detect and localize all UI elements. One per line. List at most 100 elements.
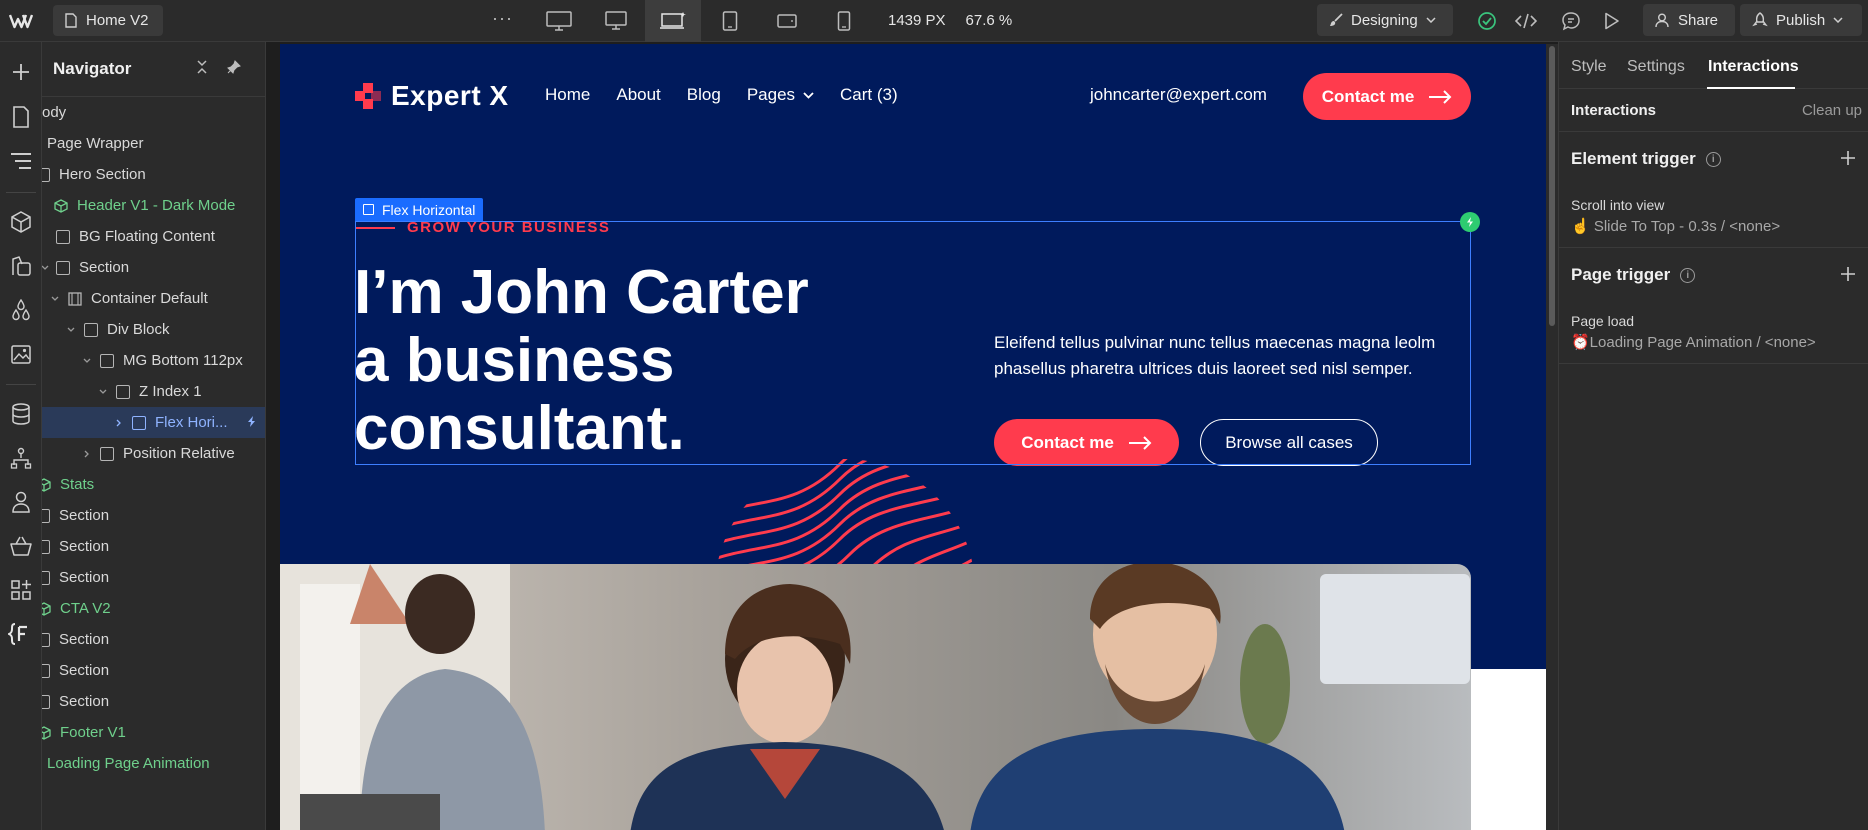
canvas-scrollbar[interactable] (1546, 44, 1558, 830)
style-selectors-drops-icon[interactable] (7, 296, 35, 324)
site-email-link[interactable]: johncarter@expert.com (1090, 85, 1267, 105)
add-element-trigger-button[interactable] (1840, 150, 1856, 166)
components-cube-icon[interactable] (7, 208, 35, 236)
tab-interactions[interactable]: Interactions (1708, 58, 1799, 76)
tree-item-section[interactable]: Section (42, 562, 265, 593)
add-elements-icon[interactable] (7, 58, 35, 86)
site-nav-about[interactable]: About (616, 85, 660, 105)
tree-item-mg-bottom[interactable]: MG Bottom 112px (42, 345, 265, 376)
users-person-icon[interactable] (7, 488, 35, 516)
site-logo[interactable]: Expert X (355, 80, 509, 112)
tree-item-section[interactable]: Section (42, 252, 265, 283)
breakpoint-desktop-button[interactable] (588, 0, 644, 42)
add-page-trigger-button[interactable] (1840, 266, 1856, 282)
tree-item-z-index[interactable]: Z Index 1 (42, 376, 265, 407)
chevron-right-icon[interactable] (80, 447, 94, 461)
tree-item-footer-symbol[interactable]: Footer V1 (42, 717, 265, 748)
chevron-down-icon[interactable] (64, 323, 78, 337)
info-icon[interactable]: i (1705, 151, 1721, 167)
desktop-icon (605, 11, 627, 30)
canvas-scrollbar-thumb[interactable] (1549, 46, 1555, 326)
pages-icon[interactable] (7, 103, 35, 131)
preview-play-icon[interactable] (1601, 10, 1623, 32)
breakpoint-mobile-portrait-button[interactable] (816, 0, 872, 42)
element-trigger-action[interactable]: ☝️ Slide To Top - 0.3s / <none> (1571, 217, 1780, 235)
site-logo-text: Expert X (391, 80, 509, 111)
tree-item-flex-horizontal[interactable]: Flex Hori... (42, 407, 265, 438)
ecommerce-basket-icon[interactable] (7, 532, 35, 560)
status-check-icon[interactable] (1476, 10, 1498, 32)
tree-item-section[interactable]: Section (42, 500, 265, 531)
site-nav-cart[interactable]: Cart (3) (840, 85, 898, 105)
variables-icon[interactable] (7, 252, 35, 280)
chevron-down-icon[interactable] (42, 261, 52, 275)
navigator-title: Navigator (53, 59, 132, 78)
header-contact-button[interactable]: Contact me (1303, 73, 1471, 120)
clean-up-button[interactable]: Clean up (1802, 102, 1862, 119)
publish-button[interactable]: Publish (1740, 4, 1862, 36)
tree-item-position-relative[interactable]: Position Relative (42, 438, 265, 469)
site-nav-home[interactable]: Home (545, 85, 590, 105)
webflow-logo-icon[interactable] (6, 9, 36, 33)
tab-style[interactable]: Style (1571, 58, 1607, 76)
more-options-button[interactable]: ··· (492, 8, 513, 29)
logic-flow-icon[interactable] (7, 444, 35, 472)
code-brace-icon[interactable] (7, 620, 35, 648)
assets-image-icon[interactable] (7, 340, 35, 368)
tree-item-page-wrapper[interactable]: Page Wrapper (42, 128, 265, 159)
interaction-indicator-icon[interactable] (1460, 212, 1480, 232)
tree-item-hero-section[interactable]: Hero Section (42, 159, 265, 190)
tree-item-stats-symbol[interactable]: Stats (42, 469, 265, 500)
tree-item-cta-symbol[interactable]: CTA V2 (42, 593, 265, 624)
breakpoint-tablet-button[interactable] (702, 0, 758, 42)
tree-item-section[interactable]: Section (42, 655, 265, 686)
navigator-icon[interactable] (7, 147, 35, 175)
element-trigger-event[interactable]: Scroll into view (1571, 197, 1664, 213)
element-box-icon (116, 384, 130, 399)
tree-item-container-default[interactable]: Container Default (42, 283, 265, 314)
comments-icon[interactable] (1560, 10, 1582, 32)
chevron-down-icon[interactable] (48, 292, 62, 306)
chevron-down-icon[interactable] (96, 385, 110, 399)
tree-item-body[interactable]: ody (42, 97, 265, 128)
brush-icon (1330, 13, 1343, 26)
cms-database-icon[interactable] (7, 400, 35, 428)
plus-icon (1841, 151, 1855, 165)
canvas-width[interactable]: 1439 PX (888, 12, 946, 29)
tree-item-section[interactable]: Section (42, 624, 265, 655)
page-trigger-action[interactable]: ⏰Loading Page Animation / <none> (1571, 333, 1816, 351)
share-button[interactable]: Share (1643, 4, 1735, 36)
header-contact-label: Contact me (1321, 86, 1415, 106)
tree-item-bg-floating[interactable]: BG Floating Content (42, 221, 265, 252)
selected-element-label[interactable]: Flex Horizontal (355, 198, 484, 221)
pin-icon[interactable] (227, 60, 241, 74)
collapse-icon[interactable] (195, 60, 209, 74)
breakpoint-base-button[interactable] (645, 0, 701, 42)
chevron-down-icon[interactable] (80, 354, 94, 368)
tab-settings[interactable]: Settings (1627, 58, 1685, 76)
tree-item-div-block[interactable]: Div Block (42, 314, 265, 345)
breakpoint-desktop-large-button[interactable] (531, 0, 587, 42)
page-trigger-event[interactable]: Page load (1571, 313, 1634, 329)
page-selector[interactable]: Home V2 (53, 5, 163, 36)
element-box-icon (42, 663, 50, 678)
panel-tabs: Style Settings Interactions (1559, 42, 1868, 89)
site-nav-pages[interactable]: Pages (747, 85, 814, 105)
design-canvas[interactable]: Expert X Home About Blog Pages Cart (3) … (280, 44, 1546, 830)
selected-element-outline (355, 221, 1471, 465)
code-icon[interactable] (1515, 10, 1537, 32)
chevron-right-icon[interactable] (112, 416, 126, 430)
apps-grid-icon[interactable] (7, 576, 35, 604)
tree-item-header-symbol[interactable]: Header V1 - Dark Mode (42, 190, 265, 221)
navigator-panel: Navigator ody Page Wrapper Hero Section … (42, 42, 266, 830)
tree-item-section[interactable]: Section (42, 531, 265, 562)
page-file-icon (65, 13, 77, 28)
site-nav-blog[interactable]: Blog (687, 85, 721, 105)
tree-item-section[interactable]: Section (42, 686, 265, 717)
mode-selector[interactable]: Designing (1317, 4, 1453, 36)
canvas-zoom[interactable]: 67.6 % (966, 12, 1013, 29)
info-icon[interactable]: i (1680, 267, 1696, 283)
panel-divider (1559, 247, 1868, 248)
tree-item-loading-animation[interactable]: Loading Page Animation (42, 748, 265, 779)
breakpoint-mobile-landscape-button[interactable] (759, 0, 815, 42)
